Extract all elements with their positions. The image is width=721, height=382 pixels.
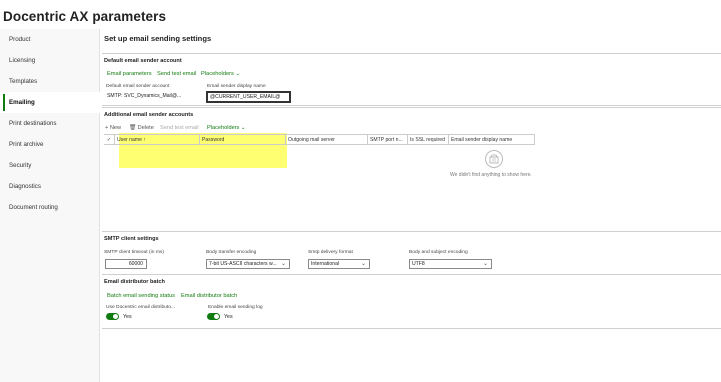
column-email-sender-display-name[interactable]: Email sender display name [449,135,535,145]
additional-senders-title: Additional email sender accounts [104,112,194,118]
trash-icon: 🗑 [129,125,137,131]
main-content: Set up email sending settings Default em… [100,29,721,382]
subject-encoding-label: Body and subject encoding [409,250,468,255]
subject-encoding-select[interactable]: UTF8 ⌄ [409,259,492,269]
sending-log-label: Enable email sending log [208,305,263,310]
delete-button[interactable]: 🗑 Delete [129,125,154,131]
email-parameters-link[interactable]: Email parameters [107,71,152,77]
send-test-email-link[interactable]: Send test email [157,71,196,77]
delete-label: Delete [137,125,154,131]
default-account-field[interactable]: SMTP: SVC_Dynamics_Mail@... [106,91,190,101]
batch-status-link[interactable]: Batch email sending status [107,293,175,299]
default-sender-title: Default email sender account [104,58,182,64]
new-button[interactable]: + New [105,125,121,131]
chevron-down-icon: ⌄ [240,125,246,131]
sidebar-item-licensing[interactable]: Licensing [0,50,100,71]
display-name-input[interactable]: @CURRENT_USER_EMAIL@ [206,91,291,103]
sidebar-item-emailing[interactable]: Emailing [0,92,100,113]
section-heading: Set up email sending settings [104,34,212,43]
column-outgoing-mail-server[interactable]: Outgoing mail server [286,135,368,145]
distributor-batch-section: Email distributor batch Batch email send… [102,274,721,329]
default-sender-section: Default email sender account Email param… [102,53,721,106]
sidebar-item-security[interactable]: Security [0,155,100,176]
sending-log-toggle[interactable] [207,313,220,320]
grid-header: ✓ User name ↑ Password Outgoing mail ser… [104,134,535,145]
grid-placeholders-label: Placeholders [207,125,240,131]
delivery-format-value: International [311,261,340,267]
body-encoding-select[interactable]: 7-bit US-ASCII characters w... ⌄ [206,259,290,269]
sidebar-item-document-routing[interactable]: Document routing [0,197,100,218]
delivery-format-label: Smtp delivery format [308,250,353,255]
smtp-timeout-label: SMTP client timeout (in ms) [104,250,164,255]
checkmark-icon: ✓ [106,137,112,143]
empty-state-text: We didn't find anything to show here. [450,172,532,178]
chevron-down-icon: ⌄ [235,71,241,77]
body-encoding-label: Body transfer encoding [206,250,257,255]
chevron-down-icon: ⌄ [482,261,488,267]
sidebar-item-diagnostics[interactable]: Diagnostics [0,176,100,197]
new-label: New [109,125,122,131]
use-distributor-toggle[interactable] [106,313,119,320]
delivery-format-select[interactable]: International ⌄ [308,259,370,269]
placeholders-link[interactable]: Placeholders ⌄ [201,71,240,77]
sending-log-value: Yes [224,314,233,320]
subject-encoding-value: UTF8 [412,261,425,267]
sidebar-item-print-destinations[interactable]: Print destinations [0,113,100,134]
chevron-down-icon: ⌄ [280,261,286,267]
grid-placeholders-button[interactable]: Placeholders ⌄ [207,125,246,131]
display-name-label: Email sender display name [207,84,266,89]
sidebar-item-print-archive[interactable]: Print archive [0,134,100,155]
additional-senders-section: Additional email sender accounts + New 🗑… [102,107,721,251]
chevron-down-icon: ⌄ [360,261,366,267]
distributor-batch-title: Email distributor batch [104,279,165,285]
placeholders-label: Placeholders [201,71,234,77]
column-user-name[interactable]: User name ↑ [115,135,200,145]
column-is-ssl-required[interactable]: Is SSL required [408,135,449,145]
send-test-email-button[interactable]: Send test email [160,125,199,131]
default-account-label: Default email sender account [106,84,170,89]
column-password[interactable]: Password [200,135,286,145]
smtp-timeout-input[interactable]: 60000 [105,259,147,269]
use-distributor-value: Yes [123,314,132,320]
sidebar-item-product[interactable]: Product [0,29,100,50]
use-distributor-label: Use Docentric email distributo... [106,305,176,310]
sidebar-item-templates[interactable]: Templates [0,71,100,92]
sidebar: Product Licensing Templates Emailing Pri… [0,29,100,382]
select-all-checkbox[interactable]: ✓ [104,135,115,145]
column-smtp-port[interactable]: SMTP port n... [368,135,408,145]
plus-icon: + [105,125,109,131]
page-title: Docentric AX parameters [3,9,167,24]
body-encoding-value: 7-bit US-ASCII characters w... [209,261,277,267]
distributor-batch-link[interactable]: Email distributor batch [181,293,237,299]
empty-state-icon [485,150,503,168]
smtp-settings-section: SMTP client settings SMTP client timeout… [102,231,721,276]
smtp-settings-title: SMTP client settings [104,236,159,242]
